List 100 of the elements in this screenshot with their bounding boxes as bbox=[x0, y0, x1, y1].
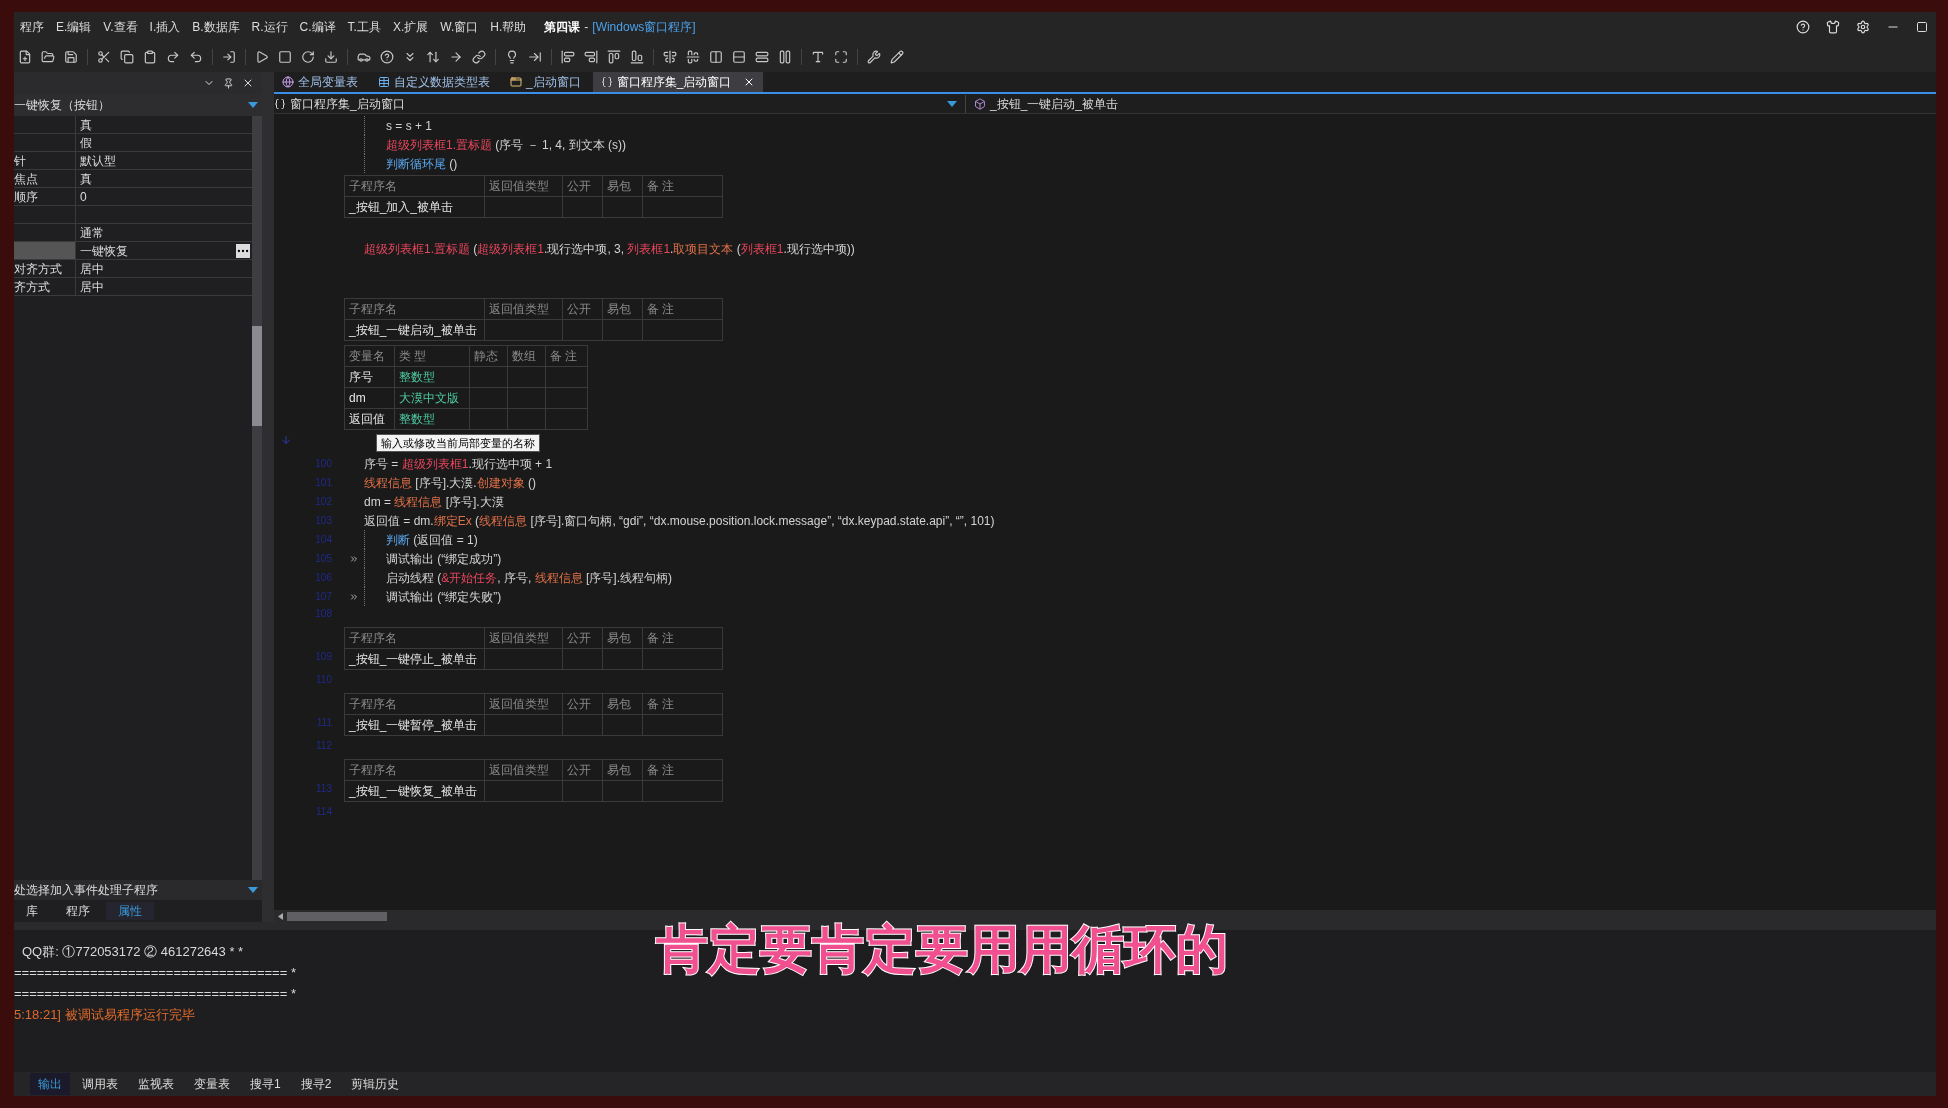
columns-icon[interactable] bbox=[709, 50, 723, 64]
caret-icon[interactable] bbox=[248, 887, 258, 893]
table-header-cell: 易包 bbox=[602, 627, 643, 649]
settings-icon[interactable] bbox=[1856, 20, 1870, 34]
tools-icon[interactable] bbox=[867, 50, 881, 64]
property-value[interactable]: 真 bbox=[80, 115, 92, 134]
panel-tab[interactable]: 属性 bbox=[106, 902, 154, 920]
car-icon[interactable] bbox=[357, 50, 371, 64]
step-down-icon[interactable] bbox=[403, 50, 417, 64]
help-icon[interactable] bbox=[1796, 20, 1810, 34]
undo-icon[interactable] bbox=[189, 50, 203, 64]
up-down-icon[interactable] bbox=[426, 50, 440, 64]
arrow-to-line-icon[interactable] bbox=[528, 50, 542, 64]
save-icon[interactable] bbox=[64, 50, 78, 64]
stretch-horizontal-icon[interactable] bbox=[755, 50, 769, 64]
output-tab[interactable]: 剪辑历史 bbox=[343, 1073, 408, 1095]
restart-icon[interactable] bbox=[301, 50, 315, 64]
menu-item[interactable]: H.帮助 bbox=[484, 18, 533, 36]
editor-tab[interactable]: 自定义数据类型表 bbox=[370, 72, 498, 92]
menu-item[interactable]: W.窗口 bbox=[434, 18, 485, 36]
scrollbar-thumb[interactable] bbox=[252, 326, 262, 426]
table-header-cell: 备 注 bbox=[642, 759, 723, 781]
align-top-icon[interactable] bbox=[607, 50, 621, 64]
menu-item[interactable]: C.编译 bbox=[293, 18, 342, 36]
stretch-vertical-icon[interactable] bbox=[778, 50, 792, 64]
code-line: 判断循环尾 () bbox=[386, 155, 458, 173]
play-icon[interactable] bbox=[255, 50, 269, 64]
new-file-icon[interactable] bbox=[18, 50, 32, 64]
table-header-cell: 静态 bbox=[469, 345, 508, 367]
output-line: QQ群: ①772053172 ② 461272643 * * bbox=[21, 943, 245, 960]
cut-icon[interactable] bbox=[97, 50, 111, 64]
panel-tab[interactable]: 库 bbox=[14, 902, 50, 920]
enter-icon[interactable] bbox=[222, 50, 236, 64]
output-tab[interactable]: 搜寻2 bbox=[292, 1073, 340, 1095]
menu-item[interactable]: 程序 bbox=[14, 18, 50, 36]
menu-item[interactable]: X.扩展 bbox=[386, 18, 435, 36]
output-tab[interactable]: 监视表 bbox=[130, 1073, 182, 1095]
maximize-icon[interactable] bbox=[1916, 21, 1928, 33]
align-bottom-icon[interactable] bbox=[630, 50, 644, 64]
redo-icon[interactable] bbox=[166, 50, 180, 64]
folder-icon[interactable] bbox=[41, 50, 55, 64]
paste-icon[interactable] bbox=[143, 50, 157, 64]
property-value[interactable]: 居中 bbox=[80, 277, 104, 296]
property-name: 焦点 bbox=[14, 170, 76, 187]
property-value[interactable]: 默认型 bbox=[80, 151, 116, 170]
property-value[interactable]: 通常 bbox=[80, 223, 104, 242]
menu-item[interactable]: R.运行 bbox=[245, 18, 294, 36]
property-value[interactable]: 一键恢复 bbox=[80, 241, 128, 260]
scroll-left-icon[interactable] bbox=[278, 912, 283, 920]
pencil-icon[interactable] bbox=[890, 50, 904, 64]
method-selector[interactable]: _按钮_一键启动_被单击 bbox=[990, 94, 1119, 113]
table-header-cell: 备 注 bbox=[545, 345, 588, 367]
align-right-icon[interactable] bbox=[584, 50, 598, 64]
menu-item[interactable]: B.数据库 bbox=[186, 18, 246, 36]
text-icon[interactable] bbox=[811, 50, 825, 64]
maximize-icon[interactable] bbox=[834, 50, 848, 64]
class-selector[interactable]: 窗口程序集_启动窗口 bbox=[290, 94, 405, 113]
align-middle-icon[interactable] bbox=[686, 50, 700, 64]
line-number: 104 bbox=[315, 534, 332, 545]
shirt-icon[interactable] bbox=[1826, 20, 1840, 34]
horizontal-scrollbar-thumb[interactable] bbox=[287, 911, 387, 921]
menu-item[interactable]: E.编辑 bbox=[50, 18, 98, 36]
align-center-icon[interactable] bbox=[663, 50, 677, 64]
editor-tab[interactable]: 窗口程序集_启动窗口 bbox=[592, 72, 764, 92]
rows-icon[interactable] bbox=[732, 50, 746, 64]
panel-tab[interactable]: 程序 bbox=[54, 902, 102, 920]
output-tab[interactable]: 调用表 bbox=[74, 1073, 126, 1095]
stop-icon[interactable] bbox=[278, 50, 292, 64]
question-icon[interactable] bbox=[380, 50, 394, 64]
line-number: 109 bbox=[315, 651, 332, 662]
link-icon[interactable] bbox=[472, 50, 486, 64]
table-cell: dm bbox=[344, 387, 395, 409]
property-value[interactable]: 真 bbox=[80, 169, 92, 188]
line-number: 102 bbox=[315, 496, 332, 507]
caret-icon[interactable] bbox=[248, 102, 258, 108]
output-tab[interactable]: 搜寻1 bbox=[242, 1073, 289, 1095]
editor-tab[interactable]: _启动窗口 bbox=[502, 72, 589, 92]
output-tab[interactable]: 输出 bbox=[30, 1073, 70, 1095]
align-left-icon[interactable] bbox=[561, 50, 575, 64]
menu-item[interactable]: V.查看 bbox=[97, 18, 144, 36]
property-value[interactable]: 0 bbox=[80, 187, 87, 206]
lightbulb-icon[interactable] bbox=[505, 50, 519, 64]
property-name: 对齐方式 bbox=[14, 260, 76, 277]
close-icon[interactable] bbox=[242, 77, 254, 89]
table-cell: 序号 bbox=[344, 366, 395, 388]
install-icon[interactable] bbox=[324, 50, 338, 64]
property-value[interactable]: 居中 bbox=[80, 259, 104, 278]
output-tab[interactable]: 变量表 bbox=[186, 1073, 238, 1095]
table-cell bbox=[562, 714, 603, 736]
ellipsis-button[interactable] bbox=[236, 243, 250, 258]
table-header-cell: 类 型 bbox=[394, 345, 470, 367]
pin-icon[interactable] bbox=[223, 77, 234, 89]
caret-icon[interactable] bbox=[947, 100, 957, 107]
arrow-down-icon bbox=[280, 434, 292, 446]
copy-icon[interactable] bbox=[120, 50, 134, 64]
editor-tab[interactable]: 全局变量表 bbox=[274, 72, 366, 92]
menu-item[interactable]: I.插入 bbox=[143, 18, 187, 36]
property-value[interactable]: 假 bbox=[80, 133, 92, 152]
code-line: 启动线程 (&开始任务, 序号, 线程信息 [序号].线程句柄) bbox=[386, 569, 673, 587]
menu-item[interactable]: T.工具 bbox=[341, 18, 387, 36]
